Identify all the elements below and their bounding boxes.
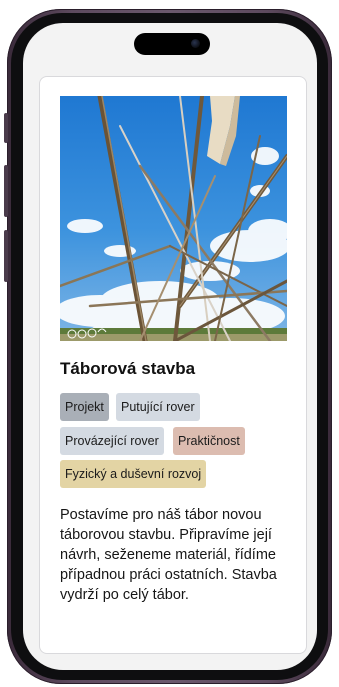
activity-title: Táborová stavba xyxy=(60,359,196,378)
volume-down-button xyxy=(4,230,8,282)
activity-photo xyxy=(60,96,287,341)
dynamic-island xyxy=(134,33,210,55)
phone-mockup: Táborová stavba Projekt Putující rover P… xyxy=(0,0,339,687)
tag-provazejici-rover[interactable]: Provázející rover xyxy=(60,427,164,455)
activity-description: Postavíme pro náš tábor novou táborovou … xyxy=(60,507,277,603)
front-camera-icon xyxy=(191,39,200,48)
volume-up-button xyxy=(4,165,8,217)
tag-putujici-rover[interactable]: Putující rover xyxy=(116,393,200,421)
tag-prakticnost[interactable]: Praktičnost xyxy=(173,427,245,455)
tag-fyzicky-a-dusevni-rozvoj[interactable]: Fyzický a duševní rozvoj xyxy=(60,460,207,488)
action-button xyxy=(4,113,8,143)
tag-projekt[interactable]: Projekt xyxy=(60,393,109,421)
